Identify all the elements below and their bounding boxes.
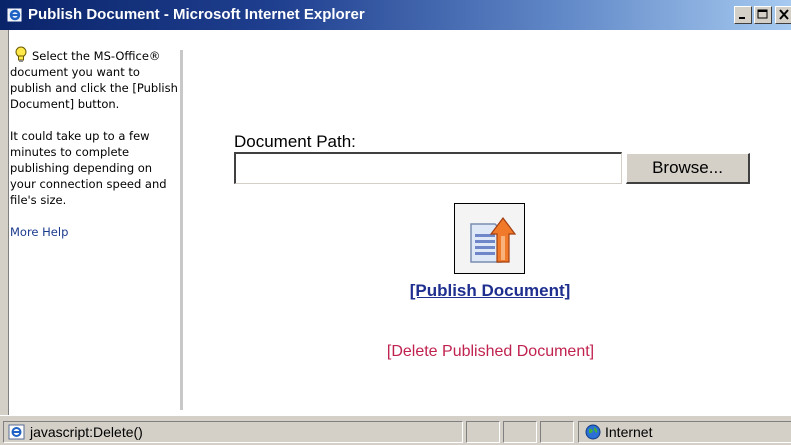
document-path-input[interactable] bbox=[234, 152, 622, 184]
security-zone-label: Internet bbox=[605, 424, 653, 440]
more-help-link[interactable]: More Help bbox=[10, 224, 178, 240]
status-text-panel: javascript:Delete() bbox=[3, 421, 463, 443]
document-path-label: Document Path: bbox=[234, 132, 356, 151]
title-bar[interactable]: Publish Document - Microsoft Internet Ex… bbox=[0, 0, 791, 30]
page-icon bbox=[8, 424, 25, 440]
status-panel-progress bbox=[466, 421, 500, 443]
ie-icon bbox=[7, 7, 23, 23]
browse-button[interactable]: Browse... bbox=[626, 153, 750, 184]
minimize-icon bbox=[739, 17, 745, 19]
publish-document-link[interactable]: [Publish Document] bbox=[380, 281, 600, 301]
status-panel-secure bbox=[503, 421, 537, 443]
status-panel-privacy bbox=[540, 421, 574, 443]
window-frame-left bbox=[0, 30, 9, 415]
globe-icon bbox=[585, 424, 601, 440]
browser-window: Publish Document - Microsoft Internet Ex… bbox=[0, 0, 791, 445]
minimize-button[interactable] bbox=[734, 6, 752, 24]
close-button[interactable] bbox=[775, 6, 791, 24]
status-text: javascript:Delete() bbox=[30, 424, 143, 440]
sidebar-divider bbox=[180, 50, 183, 410]
publish-instruction-text: Select the MS-Office® document you want … bbox=[10, 49, 178, 111]
close-icon bbox=[779, 9, 789, 20]
delete-published-document-link[interactable]: [Delete Published Document] bbox=[318, 343, 663, 361]
maximize-icon bbox=[757, 9, 768, 19]
security-zone-panel: Internet bbox=[578, 421, 791, 443]
maximize-button[interactable] bbox=[754, 6, 772, 24]
publish-document-icon bbox=[470, 217, 517, 263]
publish-duration-note: It could take up to a few minutes to com… bbox=[10, 129, 167, 207]
publish-document-button[interactable] bbox=[454, 203, 525, 274]
lightbulb-icon bbox=[14, 46, 28, 68]
status-bar: javascript:Delete() Internet bbox=[0, 415, 791, 445]
window-title: Publish Document - Microsoft Internet Ex… bbox=[28, 6, 365, 23]
help-sidebar: Select the MS-Office® document you want … bbox=[10, 46, 178, 240]
